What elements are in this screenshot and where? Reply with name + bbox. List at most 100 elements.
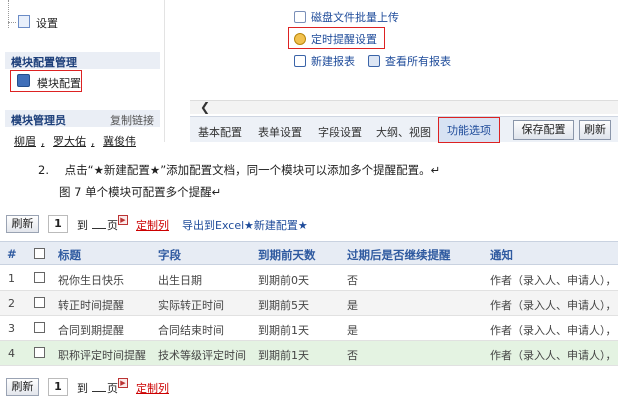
table-row[interactable]: 2 转正时间提醒 实际转正时间 到期前5天 是 作者（录入人、申请人），: [0, 291, 618, 316]
row-continue: 否: [347, 349, 358, 362]
figure-caption: 图 7 单个模块可配置多个提醒↵: [59, 185, 222, 199]
batch-upload-label: 磁盘文件批量上传: [311, 11, 399, 24]
custom-columns-link[interactable]: 定制列: [136, 217, 169, 233]
page-number-box-bottom: 1: [48, 378, 68, 396]
module-icon: [17, 74, 30, 87]
row-number: 1: [8, 272, 15, 285]
select-all-checkbox[interactable]: [34, 248, 45, 259]
separator: ,: [91, 135, 95, 148]
admin-list: 柳眉, 罗大佑, 冀俊伟: [14, 133, 141, 149]
horizontal-scrollbar[interactable]: ❮: [190, 100, 618, 114]
timer-setting-link[interactable]: 定时提醒设置: [294, 31, 377, 47]
row-checkbox[interactable]: [34, 322, 45, 333]
row-checkbox[interactable]: [34, 347, 45, 358]
row-title[interactable]: 职称评定时间提醒: [58, 347, 146, 363]
row-notify: 作者（录入人、申请人），: [490, 349, 617, 362]
page-input-bottom[interactable]: [92, 391, 106, 392]
row-days: 到期前5天: [258, 299, 309, 312]
row-days: 到期前1天: [258, 324, 309, 337]
timer-setting-label: 定时提醒设置: [311, 33, 377, 46]
row-title[interactable]: 祝你生日快乐: [58, 272, 124, 288]
col-header-title[interactable]: 标题: [58, 247, 81, 263]
upload-icon: [294, 11, 306, 23]
col-header-continue[interactable]: 过期后是否继续提醒: [347, 247, 451, 263]
admin-link[interactable]: 柳眉: [14, 135, 36, 148]
table-row[interactable]: 3 合同到期提醒 合同结束时间 到期前1天 是 作者（录入人、申请人），: [0, 316, 618, 341]
module-admin-section-header: 模块管理员 复制链接: [5, 110, 160, 127]
table-row[interactable]: 4 职称评定时间提醒 技术等级评定时间 到期前1天 否 作者（录入人、申请人），: [0, 341, 618, 366]
copy-link-button[interactable]: 复制链接: [110, 112, 154, 128]
new-report-label: 新建报表: [311, 55, 355, 68]
list-refresh-button-bottom[interactable]: 刷新: [6, 378, 39, 396]
page-input[interactable]: [92, 228, 106, 229]
settings-icon: [18, 15, 30, 28]
tab-field-settings[interactable]: 字段设置: [318, 124, 362, 140]
row-days: 到期前0天: [258, 274, 309, 287]
view-reports-link[interactable]: 查看所有报表: [368, 53, 451, 69]
row-days: 到期前1天: [258, 349, 309, 362]
row-field: 实际转正时间: [158, 299, 224, 312]
row-number: 4: [8, 347, 15, 360]
tab-function-options[interactable]: 功能选项: [438, 117, 500, 143]
module-config-section-header: 模块配置管理: [5, 52, 160, 69]
table-row[interactable]: 1 祝你生日快乐 出生日期 到期前0天 否 作者（录入人、申请人），: [0, 266, 618, 291]
left-nav-panel: 设置 模块配置管理 模块配置 模块管理员 复制链接 柳眉, 罗大佑, 冀俊伟: [0, 0, 165, 148]
config-tab-bar: 基本配置 表单设置 字段设置 大纲、视图 功能选项 保存配置 刷新: [190, 116, 618, 143]
instruction-body: 点击“★新建配置★”添加配置文档，同一个模块可以添加多个提醒配置。↵: [64, 163, 441, 177]
tab-form-settings[interactable]: 表单设置: [258, 124, 302, 140]
tab-basic-config[interactable]: 基本配置: [198, 124, 242, 140]
settings-item[interactable]: 设置: [36, 15, 58, 31]
col-header-notify[interactable]: 通知: [490, 247, 513, 263]
page-label: 页: [107, 219, 118, 232]
row-notify: 作者（录入人、申请人），: [490, 324, 617, 337]
admin-link[interactable]: 罗大佑: [53, 135, 86, 148]
step-number: 2.: [38, 163, 49, 177]
export-excel-link[interactable]: 导出到Excel: [182, 217, 244, 233]
report-icon: [294, 55, 306, 67]
page-label-bottom: 页: [107, 382, 118, 395]
col-header-days[interactable]: 到期前天数: [258, 247, 316, 263]
instruction-text: 2. 点击“★新建配置★”添加配置文档，同一个模块可以添加多个提醒配置。↵: [38, 162, 440, 178]
row-continue: 是: [347, 324, 358, 337]
chevron-left-icon[interactable]: ❮: [200, 100, 210, 114]
custom-columns-link-bottom[interactable]: 定制列: [136, 380, 169, 396]
row-field: 合同结束时间: [158, 324, 224, 337]
table-header-row: # 标题 字段 到期前天数 过期后是否继续提醒 通知: [0, 241, 618, 265]
list-refresh-button[interactable]: 刷新: [6, 215, 39, 233]
tree-connector: [8, 22, 16, 23]
module-config-section-title: 模块配置管理: [11, 56, 77, 69]
to-label: 到: [77, 219, 88, 232]
module-admin-section-title: 模块管理员: [11, 114, 66, 127]
row-checkbox[interactable]: [34, 297, 45, 308]
go-page-icon[interactable]: ▶: [118, 215, 128, 225]
row-title[interactable]: 合同到期提醒: [58, 322, 124, 338]
row-continue: 是: [347, 299, 358, 312]
page-number-box: 1: [48, 215, 68, 233]
view-reports-label: 查看所有报表: [385, 55, 451, 68]
new-config-link[interactable]: ★新建配置★: [244, 217, 308, 233]
col-header-num: #: [7, 247, 17, 261]
new-report-link[interactable]: 新建报表: [294, 53, 355, 69]
to-label-bottom: 到: [77, 382, 88, 395]
refresh-button[interactable]: 刷新: [579, 120, 611, 140]
module-config-label[interactable]: 模块配置: [37, 75, 81, 91]
separator: ,: [41, 135, 45, 148]
batch-upload-link[interactable]: 磁盘文件批量上传: [294, 9, 399, 25]
tree-connector: [8, 0, 9, 28]
save-config-button[interactable]: 保存配置: [513, 120, 574, 140]
clock-icon: [294, 33, 306, 45]
row-field: 出生日期: [158, 274, 202, 287]
reports-list-icon: [368, 55, 380, 67]
admin-link[interactable]: 冀俊伟: [103, 135, 136, 148]
row-continue: 否: [347, 274, 358, 287]
row-title[interactable]: 转正时间提醒: [58, 297, 124, 313]
col-header-field[interactable]: 字段: [158, 247, 181, 263]
row-notify: 作者（录入人、申请人），: [490, 274, 617, 287]
row-number: 2: [8, 297, 15, 310]
go-page-icon[interactable]: ▶: [118, 378, 128, 388]
row-notify: 作者（录入人、申请人），: [490, 299, 617, 312]
row-field: 技术等级评定时间: [158, 349, 246, 362]
row-number: 3: [8, 322, 15, 335]
row-checkbox[interactable]: [34, 272, 45, 283]
tab-outline-view[interactable]: 大纲、视图: [376, 124, 431, 140]
